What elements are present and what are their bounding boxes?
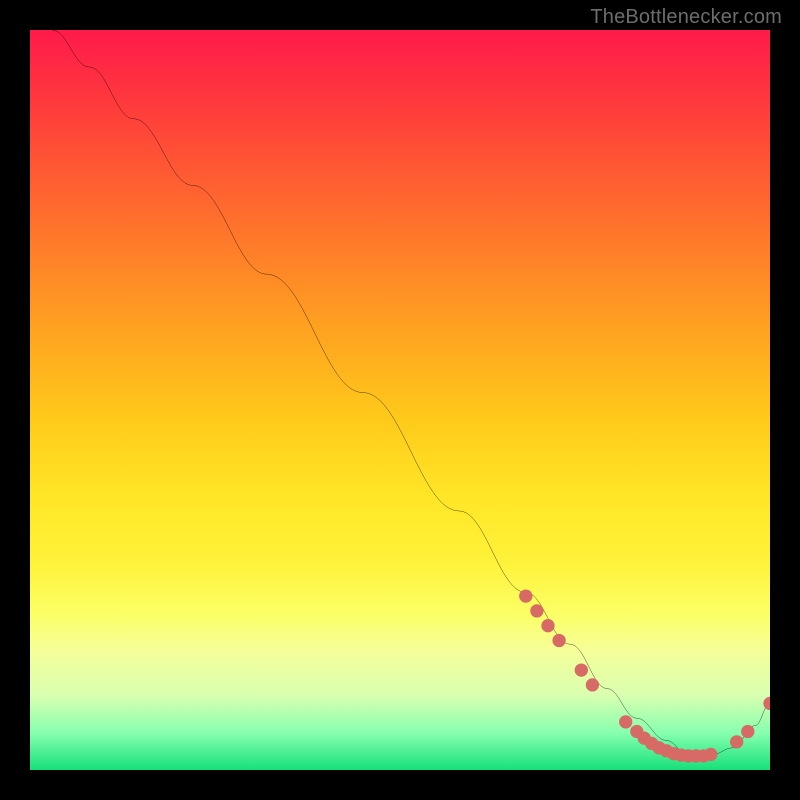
plot-area [30,30,770,770]
data-point-markers [519,589,770,762]
data-point-marker [519,589,532,602]
data-point-marker [763,697,770,710]
data-point-marker [586,678,599,691]
data-point-marker [552,634,565,647]
data-point-marker [575,663,588,676]
chart-stage: TheBottlenecker.com [0,0,800,800]
data-point-marker [619,715,632,728]
data-point-marker [541,619,554,632]
attribution-text: TheBottlenecker.com [590,6,782,29]
data-point-marker [741,725,754,738]
data-point-marker [704,748,717,761]
data-point-marker [730,735,743,748]
bottleneck-curve [52,30,770,755]
data-point-marker [530,604,543,617]
curve-layer [30,30,770,770]
